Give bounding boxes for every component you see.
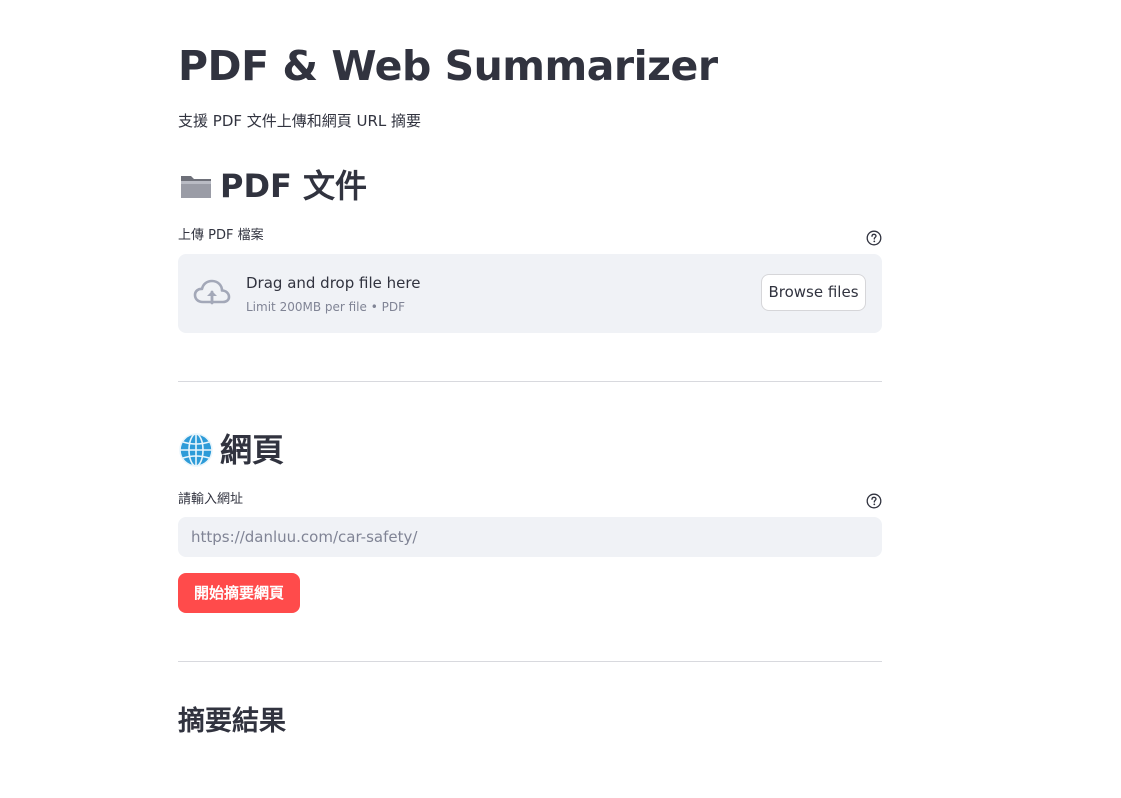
summary-result-header: 摘要結果 [178,706,286,737]
url-input-placeholder: https://danluu.com/car-safety/ [191,528,418,546]
pdf-section-header: PDF 文件 [178,166,367,206]
web-section-header: 網頁 [178,430,284,470]
dropzone-title: Drag and drop file here [246,274,421,292]
section-divider [178,661,882,662]
section-divider [178,381,882,382]
web-section-title: 網頁 [220,431,285,469]
upload-label: 上傳 PDF 檔案 [178,228,264,243]
url-label: 請輸入網址 [178,492,244,507]
page-title: PDF & Web Summarizer [178,42,718,90]
pdf-section-title: PDF 文件 [220,167,368,205]
file-dropzone[interactable]: Drag and drop file here Limit 200MB per … [178,254,882,333]
folder-icon [181,176,211,198]
cloud-upload-icon [193,279,231,305]
dropzone-limit-text: Limit 200MB per file • PDF [246,300,405,314]
page-subtitle: 支援 PDF 文件上傳和網頁 URL 摘要 [178,112,422,130]
summarize-web-button[interactable]: 開始摘要網頁 [178,573,300,613]
browse-files-button[interactable]: Browse files [761,274,866,311]
help-icon[interactable] [866,230,882,246]
help-icon[interactable] [866,493,882,509]
url-input[interactable]: https://danluu.com/car-safety/ [178,517,882,557]
globe-icon [179,433,213,467]
